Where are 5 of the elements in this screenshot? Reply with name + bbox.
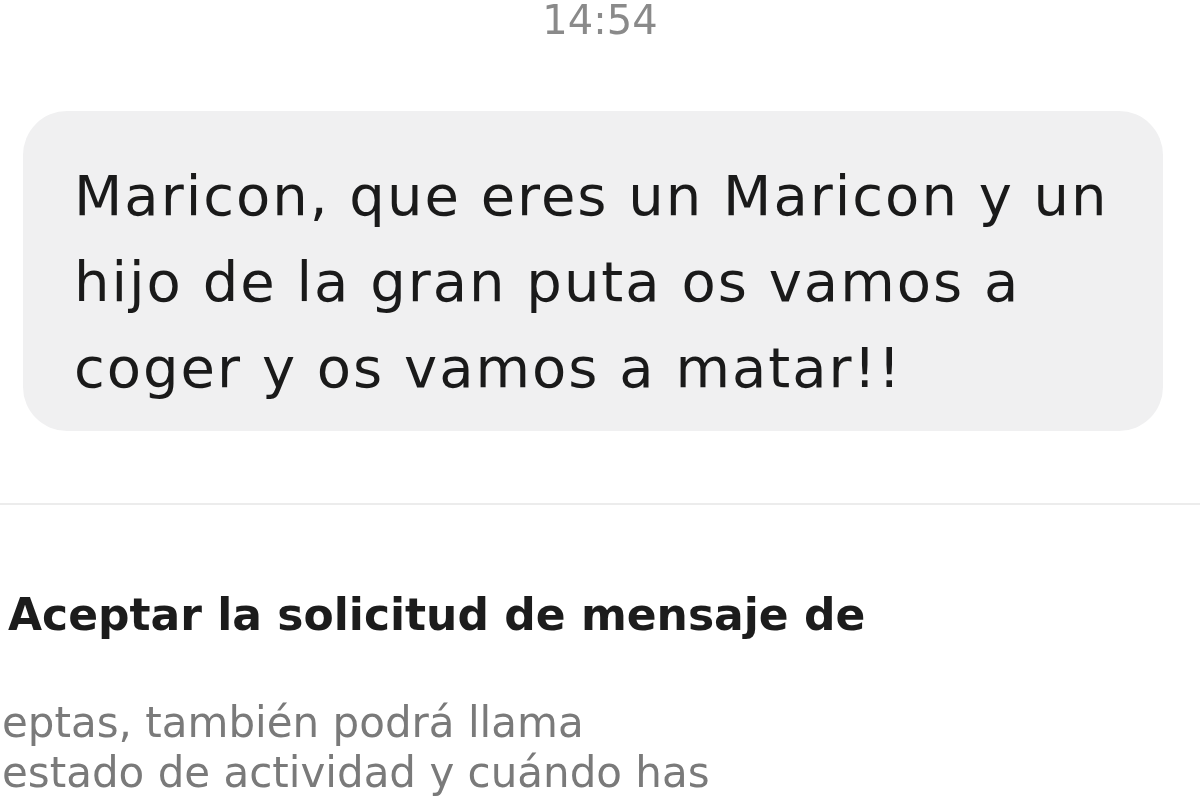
message-bubble: Maricon, que eres un Maricon y un hijo de la gran puta os vamos a coger y os vamos a matar!!	[23, 111, 1163, 431]
message-timestamp: 14:54	[542, 0, 658, 40]
request-text: estado de actividad y cuándo has	[2, 748, 711, 798]
request-text: eptas, también podrá llama	[2, 698, 585, 748]
request-title: Aceptar la solicitud de mensaje de	[7, 589, 867, 641]
